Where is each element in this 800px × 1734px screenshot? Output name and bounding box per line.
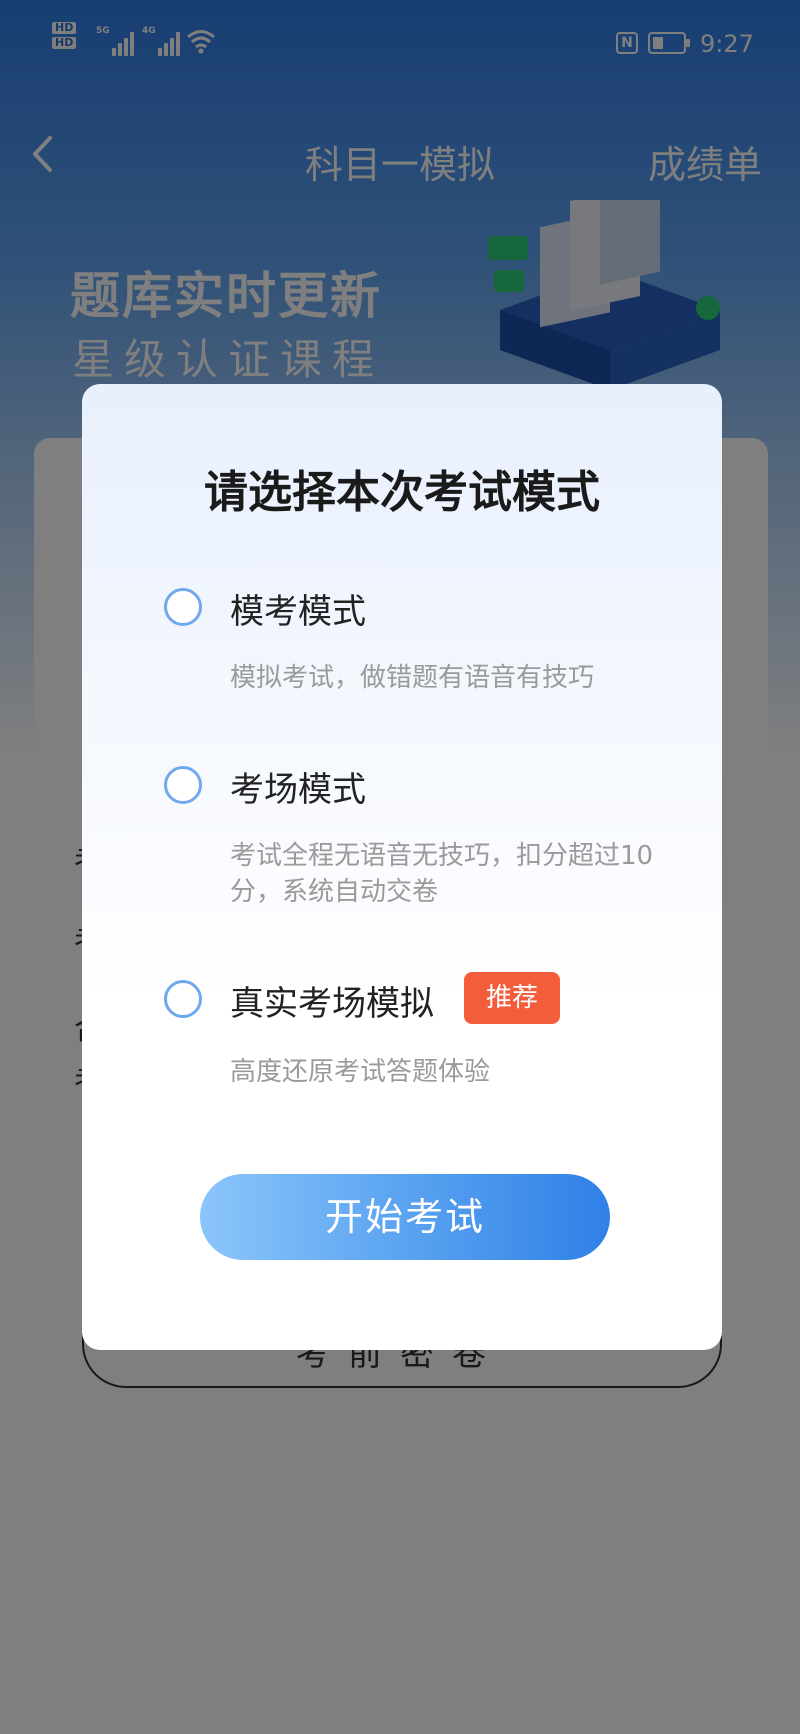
dialog-title: 请选择本次考试模式 [204, 467, 600, 518]
option-desc-mock-mode: 模拟考试，做错题有语音有技巧 [230, 663, 595, 693]
option-desc-exam-room-mode: 考试全程无语音无技巧，扣分超过10分，系统自动交卷 [230, 841, 654, 907]
exam-mode-dialog: 请选择本次考试模式 模考模式 模拟考试，做错题有语音有技巧 考场模式 考试全程无… [82, 384, 722, 1350]
option-label-real-exam-simulation[interactable]: 真实考场模拟 [230, 976, 434, 1025]
recommend-badge: 推荐 [464, 972, 560, 1024]
radio-real-exam-simulation[interactable] [164, 980, 202, 1018]
radio-exam-room-mode[interactable] [164, 766, 202, 804]
radio-mock-mode[interactable] [164, 588, 202, 626]
option-label-exam-room-mode[interactable]: 考场模式 [230, 762, 366, 811]
start-exam-button[interactable]: 开始考试 [200, 1174, 610, 1260]
option-label-mock-mode[interactable]: 模考模式 [230, 584, 366, 633]
option-desc-real-exam-simulation: 高度还原考试答题体验 [230, 1057, 491, 1087]
